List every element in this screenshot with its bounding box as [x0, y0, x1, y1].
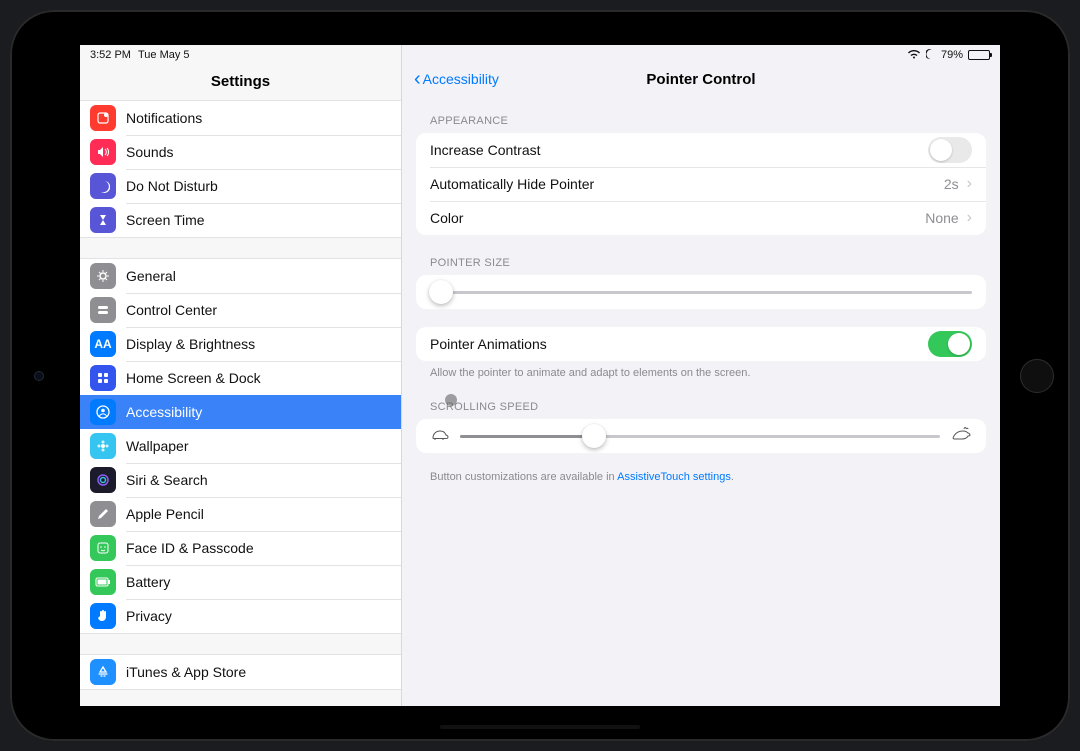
- face-icon: [90, 535, 116, 561]
- bell-icon: [90, 105, 116, 131]
- sidebar-item-applepencil[interactable]: Apple Pencil: [80, 497, 401, 531]
- sidebar-item-display[interactable]: AA Display & Brightness: [80, 327, 401, 361]
- aa-icon: AA: [90, 331, 116, 357]
- sidebar-item-general[interactable]: General: [80, 259, 401, 293]
- scrolling-speed-header: SCROLLING SPEED: [402, 379, 1000, 419]
- increase-contrast-switch[interactable]: [928, 137, 972, 163]
- sidebar-item-label: Control Center: [126, 302, 217, 318]
- sidebar-item-label: Siri & Search: [126, 472, 208, 488]
- footer-note: Button customizations are available in A…: [402, 453, 1000, 483]
- sidebar-item-screentime[interactable]: Screen Time: [80, 203, 401, 237]
- chevron-left-icon: ‹: [414, 69, 421, 89]
- pointer-animations-row[interactable]: Pointer Animations: [416, 327, 986, 361]
- increase-contrast-label: Increase Contrast: [430, 142, 541, 158]
- pencil-icon: [90, 501, 116, 527]
- home-indicator[interactable]: [440, 725, 640, 729]
- sidebar-item-homescreen[interactable]: Home Screen & Dock: [80, 361, 401, 395]
- sidebar-item-label: Sounds: [126, 144, 173, 160]
- sidebar-item-accessibility[interactable]: Accessibility: [80, 395, 401, 429]
- sidebar-item-label: General: [126, 268, 176, 284]
- chevron-right-icon: ›: [967, 175, 972, 193]
- sidebar-item-battery[interactable]: Battery: [80, 565, 401, 599]
- front-camera: [34, 371, 44, 381]
- sidebar-title: Settings: [80, 65, 401, 100]
- battery-icon: [90, 569, 116, 595]
- wifi-icon: [907, 49, 921, 62]
- pointer-animations-switch[interactable]: [928, 331, 972, 357]
- scrolling-speed-slider[interactable]: [416, 419, 986, 453]
- sidebar-item-label: Battery: [126, 574, 170, 590]
- sidebar-item-siri[interactable]: Siri & Search: [80, 463, 401, 497]
- settings-sidebar: Settings Notifications Sounds Do Not Distu…: [80, 45, 402, 706]
- flower-icon: [90, 433, 116, 459]
- pointer-size-header: POINTER SIZE: [402, 235, 1000, 275]
- sidebar-item-label: Accessibility: [126, 404, 202, 420]
- battery-percentage: 79%: [941, 49, 963, 61]
- sidebar-item-privacy[interactable]: Privacy: [80, 599, 401, 633]
- sidebar-item-controlcenter[interactable]: Control Center: [80, 293, 401, 327]
- color-label: Color: [430, 210, 463, 226]
- auto-hide-label: Automatically Hide Pointer: [430, 176, 594, 192]
- pointer-size-slider[interactable]: [416, 275, 986, 309]
- moon-icon: [90, 173, 116, 199]
- sidebar-item-faceid[interactable]: Face ID & Passcode: [80, 531, 401, 565]
- siri-icon: [90, 467, 116, 493]
- assistivetouch-link[interactable]: AssistiveTouch settings: [617, 471, 731, 483]
- pointer-animations-card: Pointer Animations: [416, 327, 986, 361]
- color-row[interactable]: Color None ›: [416, 201, 986, 235]
- sidebar-item-label: Screen Time: [126, 212, 205, 228]
- sidebar-item-label: Home Screen & Dock: [126, 370, 261, 386]
- gear-icon: [90, 263, 116, 289]
- sidebar-item-label: Apple Pencil: [126, 506, 204, 522]
- screen: 3:52 PM Tue May 5 79% Settings No: [80, 18, 1000, 733]
- chevron-right-icon: ›: [967, 209, 972, 227]
- hare-icon: [950, 427, 972, 446]
- sidebar-item-label: Do Not Disturb: [126, 178, 218, 194]
- status-date: Tue May 5: [138, 49, 190, 61]
- sidebar-item-label: Display & Brightness: [126, 336, 255, 352]
- detail-pane: ‹ Accessibility Pointer Control APPEARAN…: [402, 45, 1000, 706]
- sidebar-item-dnd[interactable]: Do Not Disturb: [80, 169, 401, 203]
- sidebar-item-label: Notifications: [126, 110, 202, 126]
- sidebar-item-wallpaper[interactable]: Wallpaper: [80, 429, 401, 463]
- speaker-icon: [90, 139, 116, 165]
- ipad-frame: 3:52 PM Tue May 5 79% Settings No: [10, 10, 1070, 741]
- auto-hide-value: 2s: [944, 176, 959, 192]
- sidebar-item-label: Wallpaper: [126, 438, 189, 454]
- increase-contrast-row[interactable]: Increase Contrast: [416, 133, 986, 167]
- battery-icon: [968, 50, 990, 60]
- back-button[interactable]: ‹ Accessibility: [414, 69, 499, 89]
- hourglass-icon: [90, 207, 116, 233]
- switches-icon: [90, 297, 116, 323]
- pointer-cursor: [445, 394, 457, 406]
- pointer-animations-note: Allow the pointer to animate and adapt t…: [402, 361, 1000, 379]
- appearance-header: APPEARANCE: [402, 93, 1000, 133]
- back-label: Accessibility: [423, 71, 499, 87]
- status-bar: 3:52 PM Tue May 5 79%: [80, 45, 1000, 65]
- color-value: None: [925, 210, 958, 226]
- tortoise-icon: [430, 427, 450, 446]
- auto-hide-row[interactable]: Automatically Hide Pointer 2s ›: [416, 167, 986, 201]
- grid-icon: [90, 365, 116, 391]
- status-time: 3:52 PM: [90, 49, 131, 61]
- person-icon: [90, 399, 116, 425]
- sidebar-item-label: Face ID & Passcode: [126, 540, 254, 556]
- sidebar-item-itunes[interactable]: iTunes & App Store: [80, 655, 401, 689]
- hand-icon: [90, 603, 116, 629]
- content-area: 3:52 PM Tue May 5 79% Settings No: [80, 45, 1000, 706]
- sidebar-item-label: Privacy: [126, 608, 172, 624]
- pointer-animations-label: Pointer Animations: [430, 336, 547, 352]
- detail-header: ‹ Accessibility Pointer Control: [402, 65, 1000, 93]
- sidebar-item-label: iTunes & App Store: [126, 664, 246, 680]
- appearance-card: Increase Contrast Automatically Hide Poi…: [416, 133, 986, 235]
- home-button[interactable]: [1020, 359, 1054, 393]
- dnd-moon-icon: [926, 49, 936, 62]
- sidebar-item-sounds[interactable]: Sounds: [80, 135, 401, 169]
- appstore-icon: [90, 659, 116, 685]
- sidebar-item-notifications[interactable]: Notifications: [80, 101, 401, 135]
